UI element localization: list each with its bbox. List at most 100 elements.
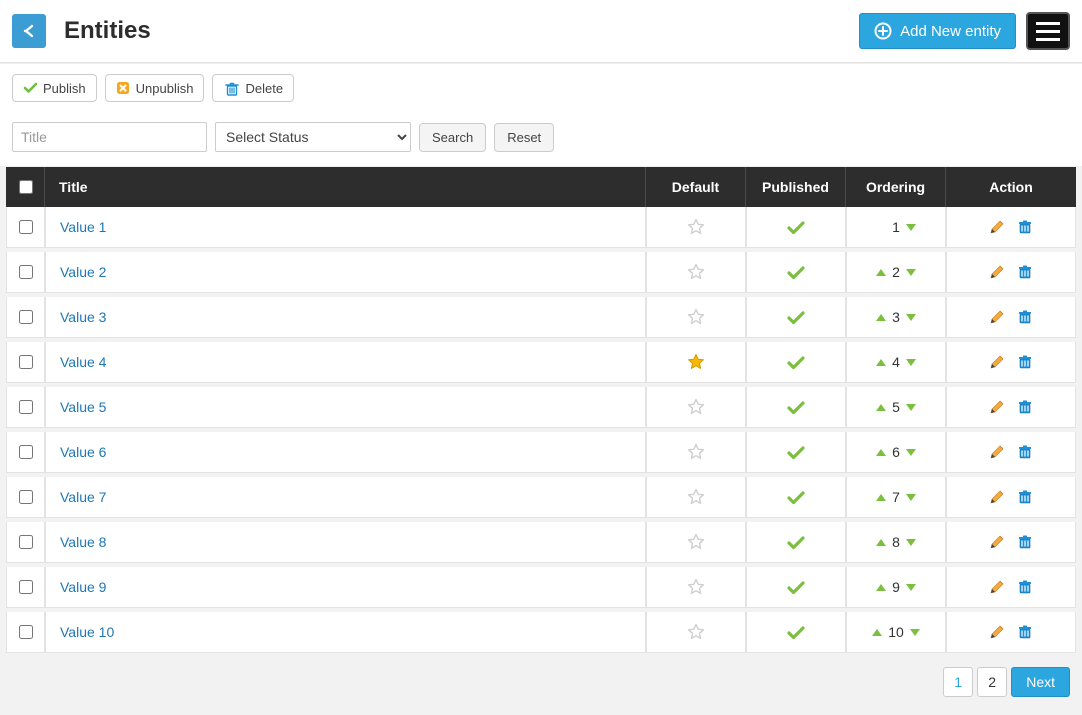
- default-toggle[interactable]: [687, 443, 705, 459]
- order-down-button[interactable]: [906, 404, 916, 411]
- row-checkbox[interactable]: [19, 580, 33, 594]
- order-up-button[interactable]: [876, 494, 886, 501]
- row-title-link[interactable]: Value 9: [60, 579, 106, 595]
- published-toggle[interactable]: [787, 488, 805, 504]
- edit-button[interactable]: [988, 578, 1006, 596]
- row-title-link[interactable]: Value 5: [60, 399, 106, 415]
- edit-button[interactable]: [988, 308, 1006, 326]
- select-all-checkbox[interactable]: [19, 180, 33, 194]
- row-delete-button[interactable]: [1016, 488, 1034, 506]
- order-down-button[interactable]: [906, 584, 916, 591]
- row-title-link[interactable]: Value 3: [60, 309, 106, 325]
- row-checkbox[interactable]: [19, 400, 33, 414]
- row-delete-button[interactable]: [1016, 443, 1034, 461]
- col-title[interactable]: Title: [45, 167, 646, 207]
- row-delete-button[interactable]: [1016, 308, 1034, 326]
- row-delete-button[interactable]: [1016, 398, 1034, 416]
- row-checkbox[interactable]: [19, 535, 33, 549]
- order-down-button[interactable]: [906, 224, 916, 231]
- default-toggle[interactable]: [687, 308, 705, 324]
- title-filter-input[interactable]: [12, 122, 207, 152]
- reset-button[interactable]: Reset: [494, 123, 554, 152]
- col-published[interactable]: Published: [746, 167, 846, 207]
- col-ordering[interactable]: Ordering: [846, 167, 946, 207]
- row-title-link[interactable]: Value 6: [60, 444, 106, 460]
- row-title-link[interactable]: Value 4: [60, 354, 106, 370]
- row-delete-button[interactable]: [1016, 623, 1034, 641]
- edit-button[interactable]: [988, 623, 1006, 641]
- row-checkbox[interactable]: [19, 310, 33, 324]
- order-down-button[interactable]: [906, 494, 916, 501]
- row-title-link[interactable]: Value 8: [60, 534, 106, 550]
- published-toggle[interactable]: [787, 353, 805, 369]
- row-title-cell: Value 8: [45, 522, 646, 563]
- edit-button[interactable]: [988, 443, 1006, 461]
- published-toggle[interactable]: [787, 533, 805, 549]
- row-title-link[interactable]: Value 10: [60, 624, 114, 640]
- default-toggle[interactable]: [687, 398, 705, 414]
- order-up-button[interactable]: [872, 629, 882, 636]
- row-delete-button[interactable]: [1016, 218, 1034, 236]
- row-checkbox[interactable]: [19, 490, 33, 504]
- row-checkbox[interactable]: [19, 265, 33, 279]
- search-button[interactable]: Search: [419, 123, 486, 152]
- order-up-button[interactable]: [876, 584, 886, 591]
- delete-button[interactable]: Delete: [212, 74, 294, 102]
- edit-button[interactable]: [988, 488, 1006, 506]
- published-toggle[interactable]: [787, 308, 805, 324]
- published-toggle[interactable]: [787, 578, 805, 594]
- default-toggle[interactable]: [687, 533, 705, 549]
- default-toggle[interactable]: [687, 218, 705, 234]
- order-up-button[interactable]: [876, 359, 886, 366]
- order-down-button[interactable]: [906, 314, 916, 321]
- row-delete-button[interactable]: [1016, 578, 1034, 596]
- status-filter-select[interactable]: Select Status: [215, 122, 411, 152]
- row-delete-button[interactable]: [1016, 353, 1034, 371]
- order-down-button[interactable]: [906, 359, 916, 366]
- order-up-button[interactable]: [876, 269, 886, 276]
- row-title-link[interactable]: Value 1: [60, 219, 106, 235]
- default-toggle[interactable]: [687, 353, 705, 369]
- published-toggle[interactable]: [787, 443, 805, 459]
- edit-button[interactable]: [988, 218, 1006, 236]
- default-toggle[interactable]: [687, 623, 705, 639]
- page-number-1[interactable]: 1: [943, 667, 973, 697]
- add-new-button[interactable]: Add New entity: [859, 13, 1016, 49]
- check-icon: [787, 220, 805, 236]
- order-up-button[interactable]: [876, 404, 886, 411]
- hamburger-menu-button[interactable]: [1026, 12, 1070, 50]
- published-toggle[interactable]: [787, 623, 805, 639]
- row-title-link[interactable]: Value 2: [60, 264, 106, 280]
- row-delete-button[interactable]: [1016, 533, 1034, 551]
- order-up-button[interactable]: [876, 449, 886, 456]
- row-title-link[interactable]: Value 7: [60, 489, 106, 505]
- order-down-button[interactable]: [906, 449, 916, 456]
- order-down-button[interactable]: [906, 539, 916, 546]
- edit-button[interactable]: [988, 533, 1006, 551]
- published-toggle[interactable]: [787, 398, 805, 414]
- row-checkbox[interactable]: [19, 220, 33, 234]
- row-checkbox[interactable]: [19, 355, 33, 369]
- edit-button[interactable]: [988, 353, 1006, 371]
- order-down-button[interactable]: [910, 629, 920, 636]
- page-title: Entities: [64, 17, 859, 45]
- publish-button[interactable]: Publish: [12, 74, 97, 102]
- order-up-button[interactable]: [876, 539, 886, 546]
- unpublish-button[interactable]: Unpublish: [105, 74, 205, 102]
- order-up-button[interactable]: [876, 314, 886, 321]
- edit-button[interactable]: [988, 263, 1006, 281]
- default-toggle[interactable]: [687, 488, 705, 504]
- published-toggle[interactable]: [787, 218, 805, 234]
- published-toggle[interactable]: [787, 263, 805, 279]
- default-toggle[interactable]: [687, 263, 705, 279]
- row-checkbox[interactable]: [19, 625, 33, 639]
- page-next-button[interactable]: Next: [1011, 667, 1070, 697]
- col-default[interactable]: Default: [646, 167, 746, 207]
- default-toggle[interactable]: [687, 578, 705, 594]
- page-number-2[interactable]: 2: [977, 667, 1007, 697]
- row-checkbox[interactable]: [19, 445, 33, 459]
- row-delete-button[interactable]: [1016, 263, 1034, 281]
- back-button[interactable]: [12, 14, 46, 48]
- edit-button[interactable]: [988, 398, 1006, 416]
- order-down-button[interactable]: [906, 269, 916, 276]
